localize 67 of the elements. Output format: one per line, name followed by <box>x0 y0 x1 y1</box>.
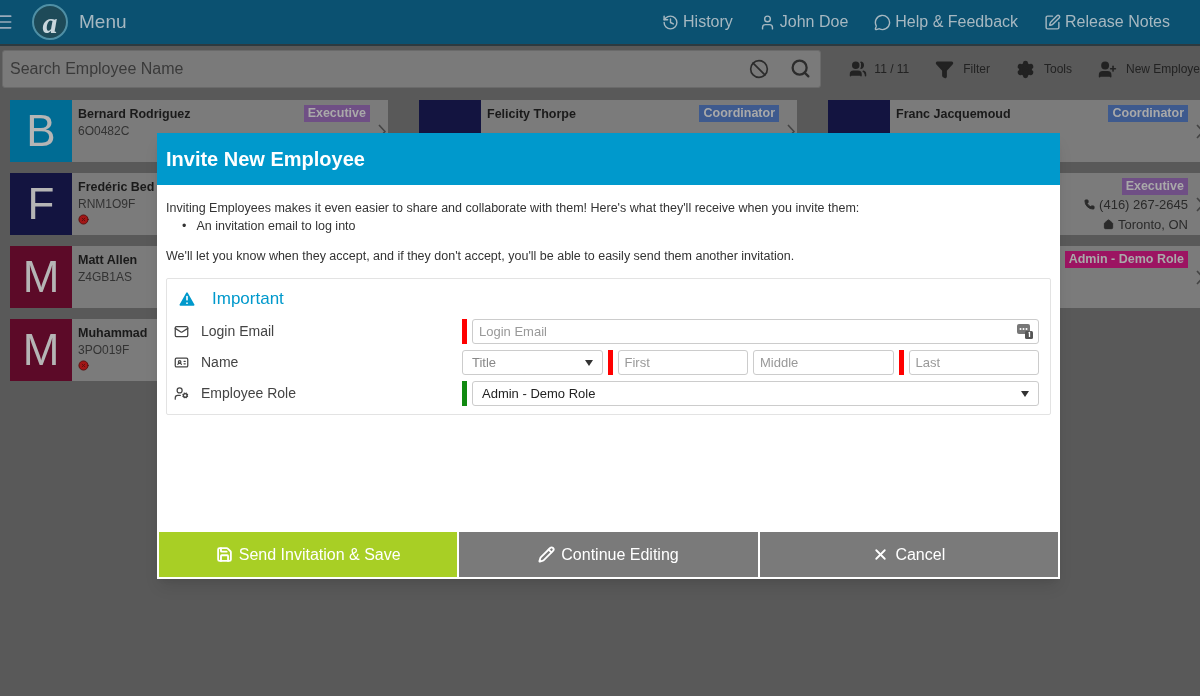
dialog-button[interactable]: Cancel <box>759 532 1058 577</box>
user-plus-icon <box>1097 59 1117 79</box>
pencil-icon <box>538 546 556 563</box>
avatar: B <box>10 100 72 162</box>
field-label: Employee Role <box>201 384 296 403</box>
select-field[interactable]: Title <box>462 350 603 375</box>
search-icon[interactable] <box>790 58 812 79</box>
intro-text: Inviting Employees makes it even easier to share and collaborate with them! Here's what they'll receive when you invite them: <box>166 200 861 216</box>
avatar: F <box>10 173 72 235</box>
dialog-button[interactable]: Continue Editing <box>459 532 758 577</box>
employee-name: Franc Jacquemoud <box>896 106 1011 123</box>
error-icon <box>78 359 89 371</box>
clear-icon[interactable] <box>749 59 770 79</box>
employee-code: 6O0482C <box>78 123 130 138</box>
menu-label[interactable]: Menu <box>79 7 127 37</box>
employee-name: Felicity Thorpe <box>487 106 576 123</box>
dropdown-arrow-icon <box>584 359 593 366</box>
settings-icon <box>1015 59 1035 79</box>
home-icon <box>1102 218 1114 230</box>
role-tag: Executive <box>1121 178 1188 195</box>
employee-name: Fredéric Bed <box>78 179 155 196</box>
dropdown-arrow-icon <box>1021 390 1029 397</box>
history-icon <box>662 13 680 31</box>
avatar: M <box>10 246 72 308</box>
benefit-item: An invitation email to log into <box>196 218 356 235</box>
employee-code: RNM1O9F <box>78 196 136 211</box>
role-tag: Admin - Demo Role <box>1064 251 1188 268</box>
field-label: Login Email <box>201 322 275 341</box>
text-field[interactable]: First <box>617 350 748 375</box>
people-icon <box>849 60 868 78</box>
nav-link[interactable]: Help & Feedback <box>874 10 1019 34</box>
employee-code: 3PO019F <box>78 342 130 357</box>
select-field[interactable]: Admin - Demo Role <box>472 381 1039 406</box>
phone-number: (416) 267-2645 <box>1099 196 1188 214</box>
section-title: Important <box>212 288 284 311</box>
bullet: • <box>182 218 187 235</box>
edit-icon <box>1044 13 1062 31</box>
save-icon <box>215 546 233 563</box>
error-icon <box>78 213 89 225</box>
envelope-icon <box>174 324 189 339</box>
employee-name: Muhammad <box>78 325 148 342</box>
avatar: M <box>10 319 72 381</box>
menu-icon[interactable] <box>0 12 14 32</box>
role-tag: Executive <box>303 105 370 122</box>
text-field[interactable]: Middle <box>753 350 894 375</box>
role-tag: Coordinator <box>1108 105 1188 122</box>
search-field[interactable]: Search Employee Name <box>2 50 822 88</box>
speech-bubble-icon <box>874 13 892 31</box>
nav-link[interactable]: John Doe <box>758 10 849 34</box>
nav-link[interactable]: Release Notes <box>1044 10 1170 34</box>
phone-icon <box>1084 199 1096 211</box>
text-field[interactable]: Last <box>908 350 1039 375</box>
employee-name: Bernard Rodriguez <box>78 106 191 123</box>
role-tag: Coordinator <box>699 105 779 122</box>
logo: a <box>32 4 68 40</box>
warning-icon <box>177 289 197 309</box>
nav-link[interactable]: History <box>662 10 733 34</box>
text-field[interactable]: Login Email <box>472 319 1039 344</box>
user-gear-icon <box>174 386 189 401</box>
filter-icon <box>935 59 955 79</box>
employee-code: Z4GB1AS <box>78 269 133 284</box>
field-label: Name <box>201 353 239 372</box>
id-card-icon <box>174 355 189 370</box>
employee-name: Matt Allen <box>78 252 138 269</box>
toolbar-button[interactable]: Filter <box>935 59 990 79</box>
note-text: We'll let you know when they accept, and if they don't accept, you'll be able to easily send them another invitation. <box>166 248 796 264</box>
location: Toronto, ON <box>1117 215 1188 234</box>
